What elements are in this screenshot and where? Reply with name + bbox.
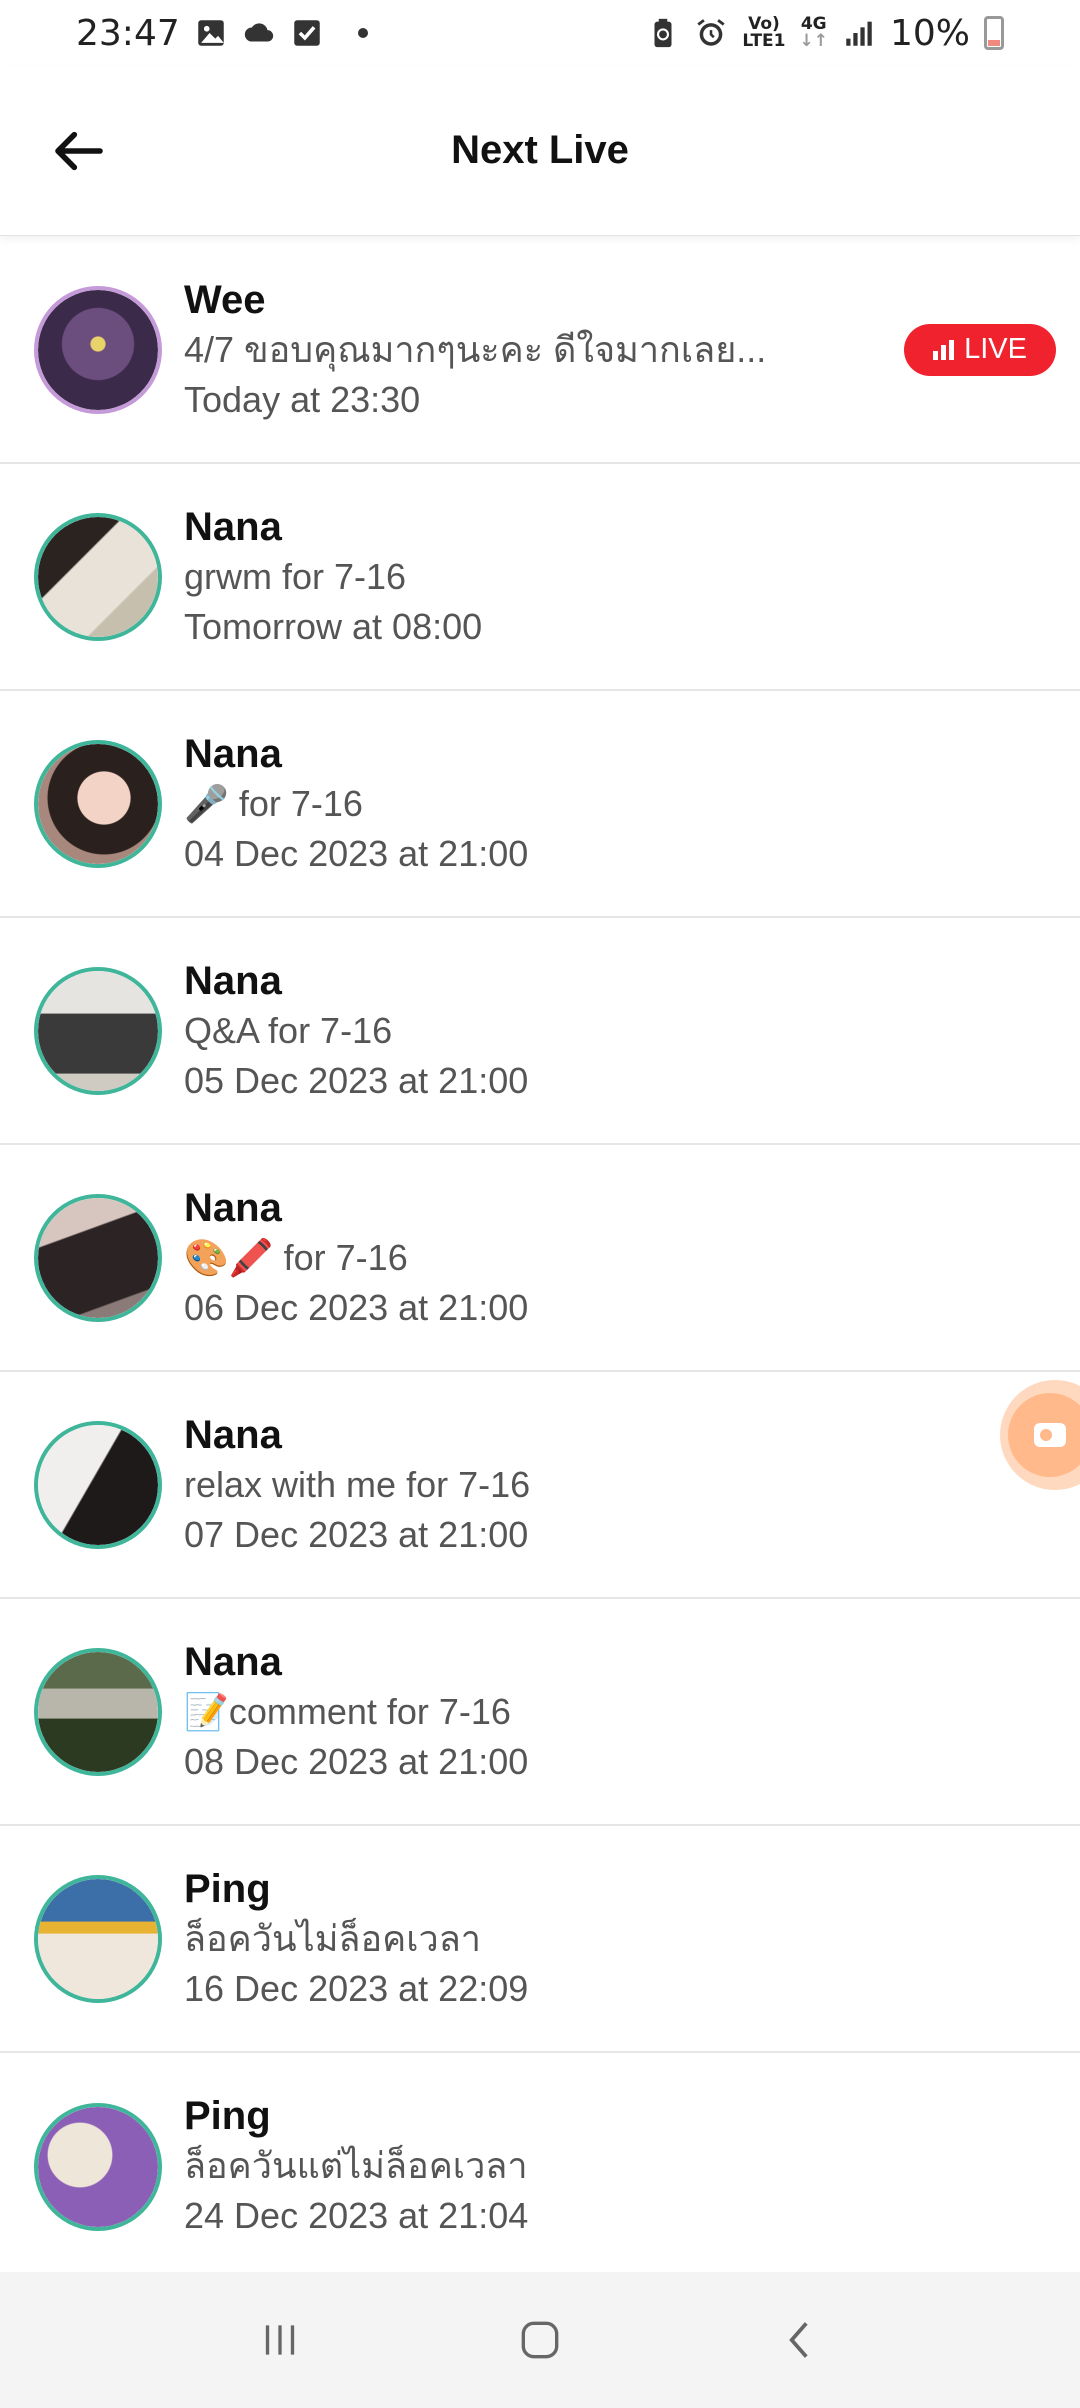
avatar-image (38, 970, 158, 1091)
item-texts: Nana 🎨🖍️ for 7-16 06 Dec 2023 at 21:00 (184, 1183, 900, 1333)
live-description: 🎤 for 7-16 (184, 783, 363, 824)
live-description: relax with me for 7-16 (184, 1464, 531, 1505)
avatar (34, 739, 162, 868)
avatar-image (38, 743, 158, 864)
item-texts: Wee 4/7 ขอบคุณมากๆนะคะ ดีใจมากเลย... Tod… (184, 275, 900, 425)
live-time: Tomorrow at 08:00 (184, 606, 483, 647)
live-description: ล็อควันไม่ล็อคเวลา (184, 1918, 481, 1959)
item-texts: Nana grwm for 7-16 Tomorrow at 08:00 (184, 502, 900, 652)
status-time: 23:47 (76, 12, 180, 54)
live-description: 🎨🖍️ for 7-16 (184, 1237, 408, 1278)
signal-icon (846, 21, 872, 46)
avatar (34, 1420, 162, 1549)
live-time: 16 Dec 2023 at 22:09 (184, 1968, 529, 2009)
live-description: grwm for 7-16 (184, 556, 407, 597)
live-description: Q&A for 7-16 (184, 1010, 393, 1051)
avatar-image (38, 1878, 158, 1999)
list-item[interactable]: Ping ล็อควันแต่ไม่ล็อคเวลา 24 Dec 2023 a… (0, 2053, 1080, 2280)
live-description: 📝comment for 7-16 (184, 1691, 511, 1732)
system-nav-bar (0, 2272, 1080, 2408)
page-title: Next Live (451, 128, 629, 172)
nav-back-button[interactable] (755, 2295, 845, 2385)
battery-saver-icon (654, 18, 672, 48)
avatar (34, 285, 162, 414)
arrow-left-icon (55, 131, 103, 170)
avatar (34, 966, 162, 1095)
status-bar: 23:47 Vo) LTE1 4G ↓↑ 10% (0, 0, 1080, 66)
list-item[interactable]: Nana Q&A for 7-16 05 Dec 2023 at 21:00 (0, 918, 1080, 1145)
check-square-icon (294, 20, 320, 46)
battery-icon (984, 16, 1004, 50)
streamer-name: Nana (184, 1413, 282, 1457)
streamer-name: Nana (184, 505, 282, 549)
avatar-image (38, 1197, 158, 1318)
list-item[interactable]: Nana 🎤 for 7-16 04 Dec 2023 at 21:00 (0, 691, 1080, 918)
item-texts: Nana 🎤 for 7-16 04 Dec 2023 at 21:00 (184, 729, 900, 879)
volte-label-bottom: LTE1 (742, 31, 786, 51)
live-time: 07 Dec 2023 at 21:00 (184, 1514, 529, 1555)
live-time: 05 Dec 2023 at 21:00 (184, 1060, 529, 1101)
home-button[interactable] (495, 2295, 585, 2385)
top-app-bar: Next Live (0, 66, 1080, 236)
item-texts: Nana 📝comment for 7-16 08 Dec 2023 at 21… (184, 1637, 900, 1787)
avatar-image (38, 1424, 158, 1545)
list-item[interactable]: Ping ล็อควันไม่ล็อคเวลา 16 Dec 2023 at 2… (0, 1826, 1080, 2053)
avatar (34, 2102, 162, 2231)
list-item[interactable]: Nana 🎨🖍️ for 7-16 06 Dec 2023 at 21:00 (0, 1145, 1080, 1372)
avatar (34, 1647, 162, 1776)
streamer-name: Nana (184, 732, 282, 776)
live-description: 4/7 ขอบคุณมากๆนะคะ ดีใจมากเลย... (184, 329, 767, 370)
live-schedule-list: Wee 4/7 ขอบคุณมากๆนะคะ ดีใจมากเลย... Tod… (0, 237, 1080, 2280)
list-item[interactable]: Nana 📝comment for 7-16 08 Dec 2023 at 21… (0, 1599, 1080, 1826)
cloud-icon (244, 23, 273, 42)
avatar-image (38, 1651, 158, 1772)
volte-icon: Vo) LTE1 (742, 16, 785, 50)
list-item[interactable]: Wee 4/7 ขอบคุณมากๆนะคะ ดีใจมากเลย... Tod… (0, 237, 1080, 464)
image-icon (198, 20, 224, 46)
streamer-name: Wee (184, 278, 266, 322)
avatar-image (38, 516, 158, 637)
home-icon (521, 2321, 559, 2359)
net-arrows: ↓↑ (799, 31, 828, 51)
list-item[interactable]: Nana grwm for 7-16 Tomorrow at 08:00 (0, 464, 1080, 691)
status-left: 23:47 (76, 13, 368, 54)
status-right: Vo) LTE1 4G ↓↑ 10% (646, 13, 1004, 54)
item-texts: Ping ล็อควันแต่ไม่ล็อคเวลา 24 Dec 2023 a… (184, 2091, 900, 2241)
live-time: 24 Dec 2023 at 21:04 (184, 2195, 529, 2236)
live-bars-icon (933, 339, 955, 360)
live-description: ล็อควันแต่ไม่ล็อคเวลา (184, 2145, 528, 2186)
live-badge-label: LIVE (964, 333, 1027, 365)
avatar (34, 512, 162, 641)
live-time: 08 Dec 2023 at 21:00 (184, 1741, 529, 1782)
streamer-name: Nana (184, 1186, 282, 1230)
back-button[interactable] (44, 116, 114, 186)
live-time: 04 Dec 2023 at 21:00 (184, 833, 529, 874)
video-camera-icon (1008, 1393, 1080, 1477)
4g-icon: 4G ↓↑ (799, 16, 828, 50)
avatar (34, 1874, 162, 2003)
battery-percent: 10% (889, 12, 970, 54)
streamer-name: Ping (184, 1867, 271, 1911)
live-badge[interactable]: LIVE (904, 323, 1056, 376)
streamer-name: Nana (184, 1640, 282, 1684)
avatar-image (38, 2106, 158, 2227)
live-time: 06 Dec 2023 at 21:00 (184, 1287, 529, 1328)
item-texts: Ping ล็อควันไม่ล็อคเวลา 16 Dec 2023 at 2… (184, 1864, 900, 2014)
alarm-icon (697, 19, 726, 46)
recent-apps-button[interactable] (235, 2295, 325, 2385)
live-time: Today at 23:30 (184, 379, 421, 420)
item-texts: Nana Q&A for 7-16 05 Dec 2023 at 21:00 (184, 956, 900, 1106)
back-icon (789, 2322, 808, 2358)
avatar (34, 1193, 162, 1322)
streamer-name: Nana (184, 959, 282, 1003)
streamer-name: Ping (184, 2094, 271, 2138)
recent-apps-icon (265, 2325, 295, 2355)
dot-icon (357, 28, 368, 38)
avatar-image (38, 289, 158, 410)
item-texts: Nana relax with me for 7-16 07 Dec 2023 … (184, 1410, 900, 1560)
list-item[interactable]: Nana relax with me for 7-16 07 Dec 2023 … (0, 1372, 1080, 1599)
